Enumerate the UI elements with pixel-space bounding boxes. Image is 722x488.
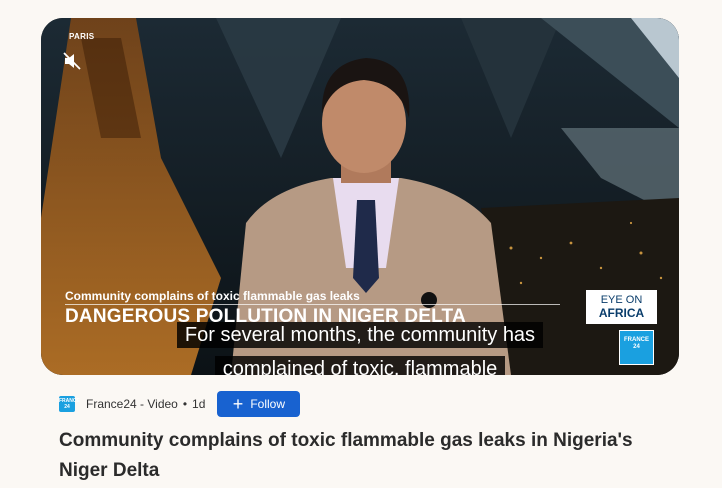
video-player[interactable]: PARIS Community complains of toxic flamm… xyxy=(41,18,679,375)
caption-text-1: For several months, the community has xyxy=(176,322,544,348)
plus-icon: + xyxy=(232,394,244,414)
location-label: PARIS xyxy=(69,32,95,41)
lower-third-divider xyxy=(65,304,560,305)
source-row: FRANCE 24 France24 - Video • 1d + Follow xyxy=(59,391,301,417)
show-logo: EYE ON AFRICA xyxy=(586,290,657,324)
post-age: 1d xyxy=(192,397,206,411)
caption-text-2: complained of toxic, flammable xyxy=(214,356,506,375)
caption-line-2: complained of toxic, flammable xyxy=(41,354,679,375)
lower-third-subtitle: Community complains of toxic flammable g… xyxy=(65,289,360,303)
separator-dot: • xyxy=(182,397,188,411)
caption-line-1: For several months, the community has xyxy=(41,320,679,350)
show-logo-line2: AFRICA xyxy=(598,306,645,320)
lower-third: Community complains of toxic flammable g… xyxy=(65,289,466,322)
source-name[interactable]: France24 - Video xyxy=(86,397,178,411)
follow-button[interactable]: + Follow xyxy=(217,391,301,417)
follow-label: Follow xyxy=(250,397,285,411)
article-headline[interactable]: Community complains of toxic flammable g… xyxy=(59,426,659,486)
source-logo[interactable]: FRANCE 24 xyxy=(59,396,80,412)
muted-speaker-icon[interactable] xyxy=(62,51,82,71)
